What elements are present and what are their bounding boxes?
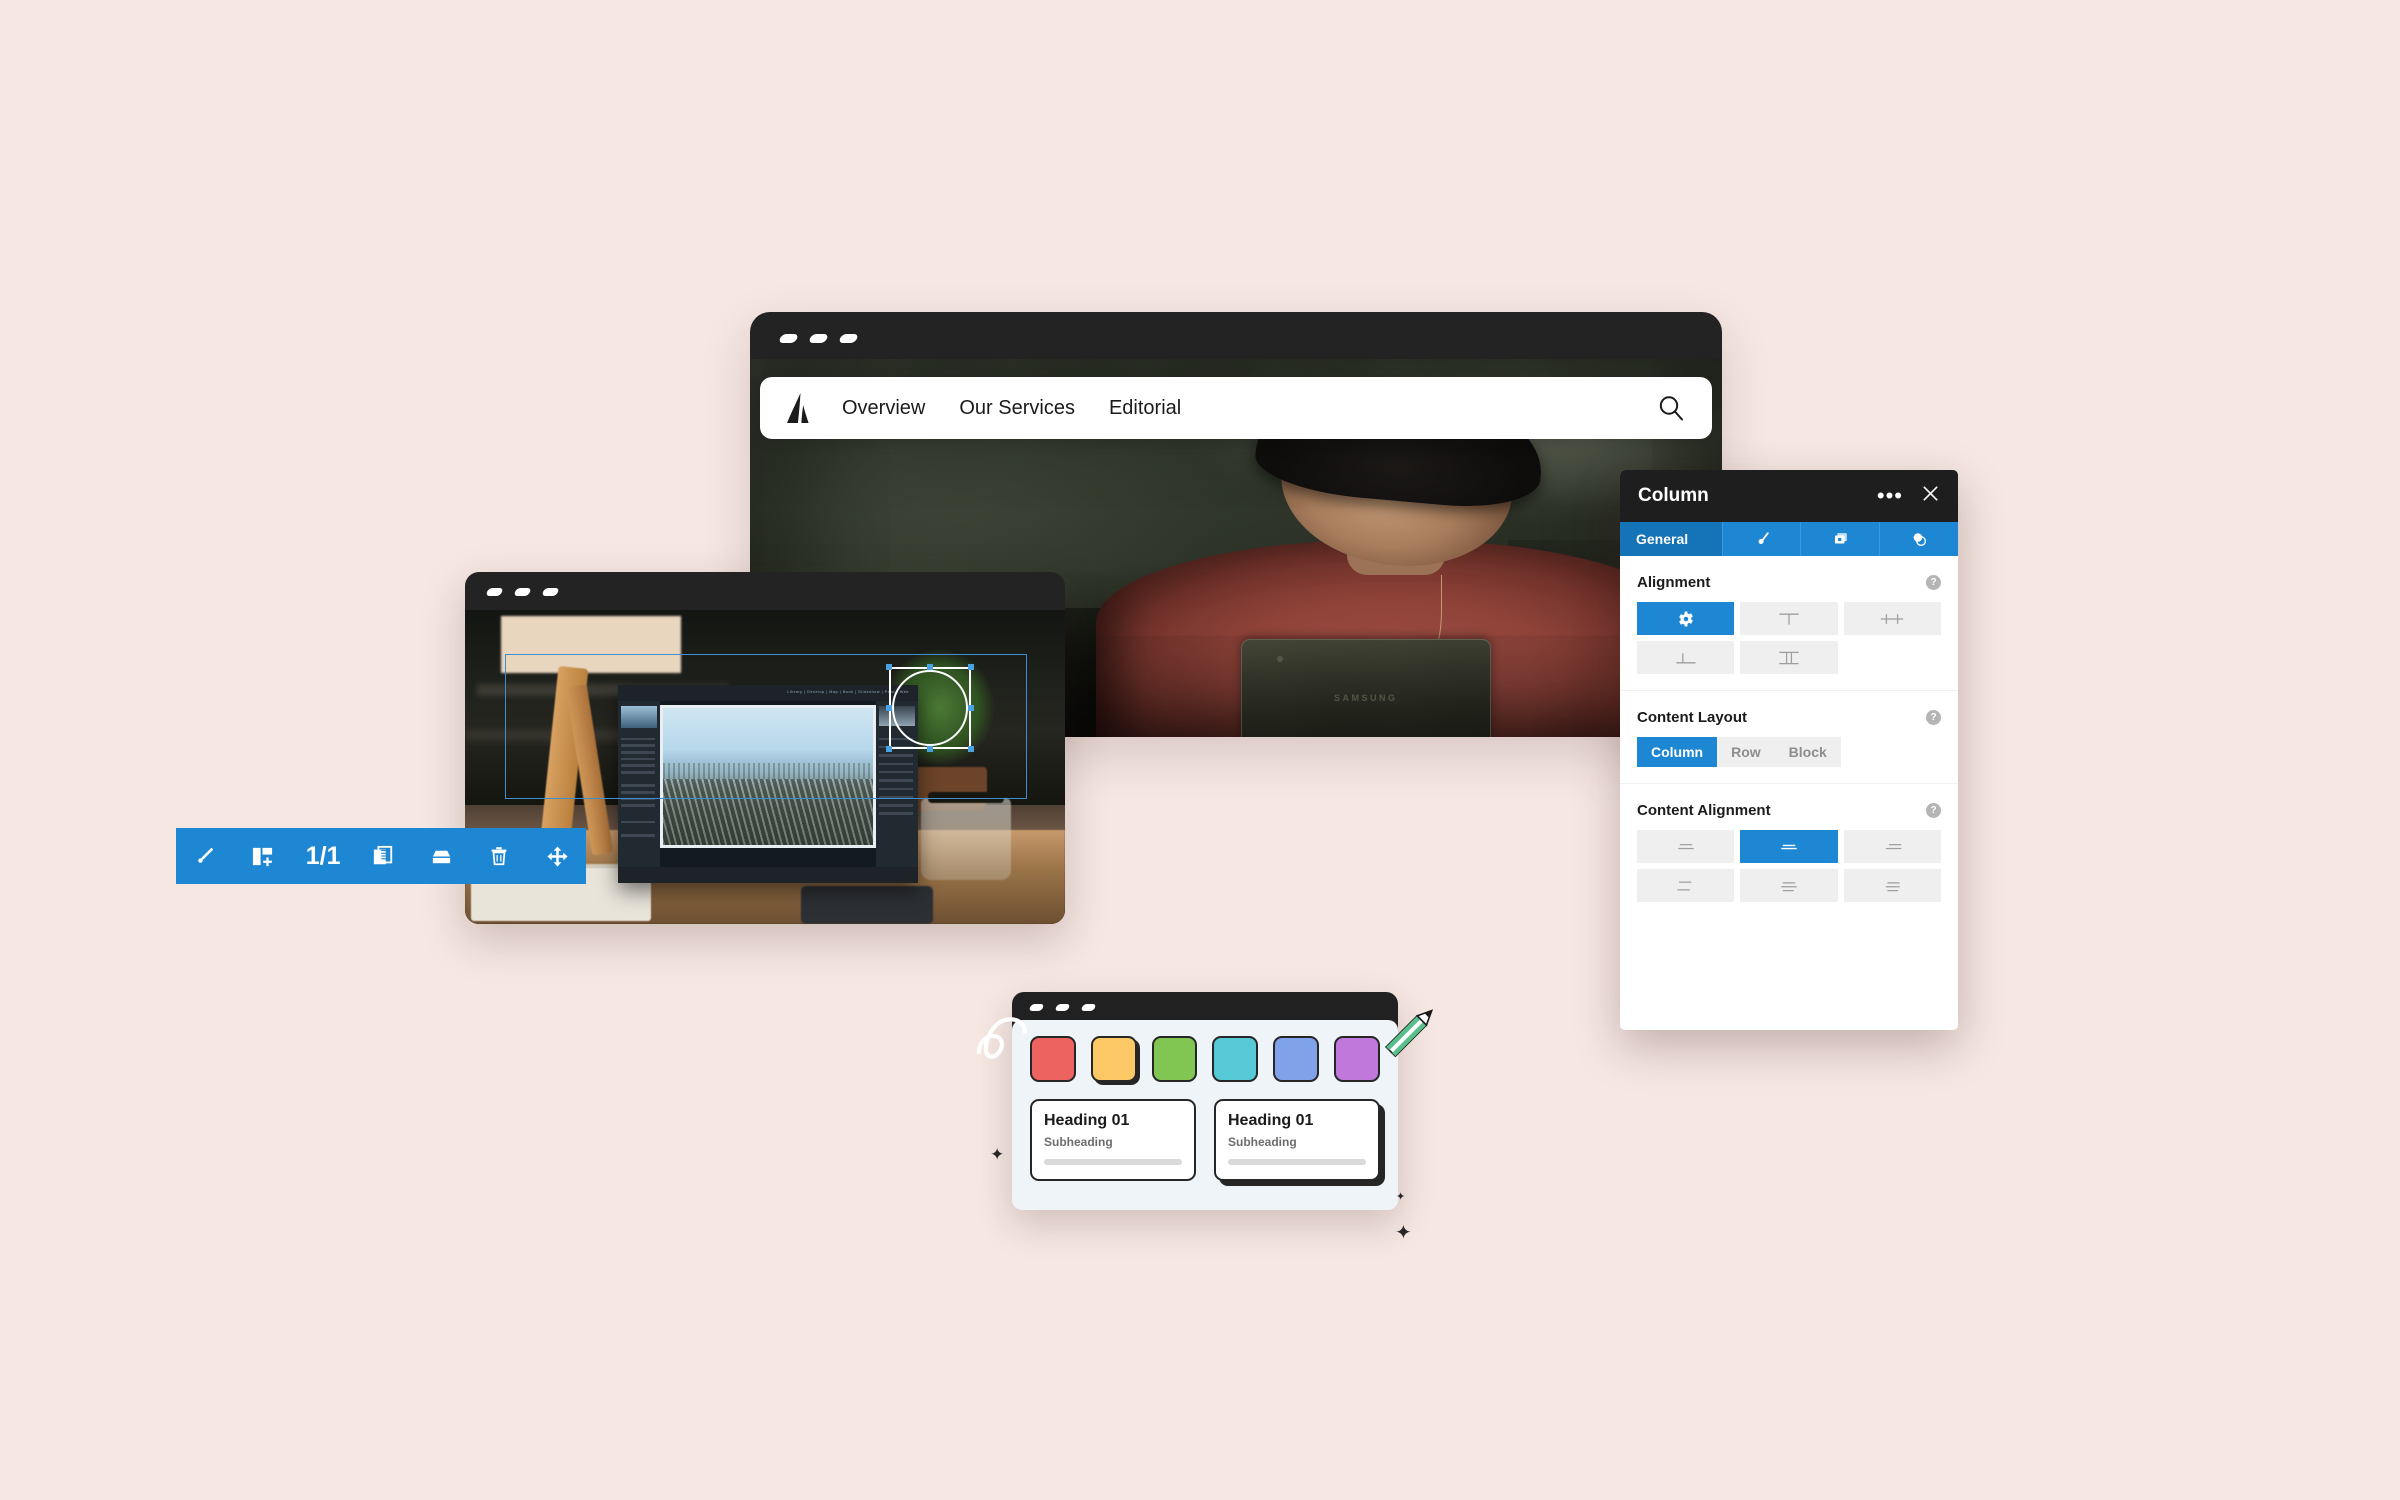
editor-window-dot-2[interactable] (513, 588, 532, 596)
pencil-icon (1378, 995, 1448, 1065)
move-icon[interactable] (542, 841, 572, 871)
sparkle-icon: ✦ (1396, 1191, 1406, 1203)
sparkle-icon: ✦ (1395, 1222, 1412, 1244)
align-stretch-vertical-icon[interactable] (1740, 641, 1838, 674)
align-bottom-icon[interactable] (1637, 641, 1735, 674)
circle-crop-handle-icon[interactable] (886, 664, 974, 752)
effects-tab-icon[interactable] (1880, 522, 1958, 556)
panel-title: Column (1638, 485, 1709, 506)
content-alignment-label: Content Alignment (1637, 802, 1771, 819)
trash-icon[interactable] (484, 841, 514, 871)
style-palette-card: Heading 01 Subheading Heading 01 Subhead… (1012, 992, 1398, 1210)
color-swatch-4[interactable] (1212, 1036, 1259, 1082)
color-swatch-6[interactable] (1334, 1036, 1380, 1082)
layers-tab-icon[interactable] (1801, 522, 1881, 556)
content-align-bottom-center-icon[interactable] (1740, 869, 1838, 902)
more-horizontal-icon[interactable]: ••• (1877, 485, 1903, 507)
alignment-options (1637, 602, 1941, 674)
nav-link-our-services[interactable]: Our Services (959, 397, 1075, 420)
atlassian-a-logo-icon (786, 392, 816, 425)
nav-link-overview[interactable]: Overview (842, 397, 925, 420)
window-dot-2[interactable] (808, 334, 829, 343)
close-icon[interactable] (1921, 484, 1940, 508)
window-dot-1[interactable] (778, 334, 799, 343)
color-swatches (1030, 1036, 1380, 1082)
align-center-horizontal-icon[interactable] (1843, 602, 1941, 635)
content-layout-section: Content Layout ? Column Row Block (1620, 691, 1958, 784)
design-card-body: Heading 01 Subheading Heading 01 Subhead… (1012, 1020, 1398, 1210)
add-section-icon[interactable] (248, 841, 278, 871)
heading-cards: Heading 01 Subheading Heading 01 Subhead… (1030, 1099, 1380, 1181)
content-layout-segmented-control: Column Row Block (1637, 737, 1841, 767)
content-align-middle-center-icon[interactable] (1740, 830, 1838, 863)
column-properties-panel: Column ••• General Alignment ? Content L… (1620, 470, 1958, 1030)
color-swatch-2[interactable] (1090, 1036, 1137, 1082)
content-align-split-left-icon[interactable] (1637, 869, 1735, 902)
alignment-section: Alignment ? (1620, 556, 1958, 691)
alignment-empty-cell (1844, 641, 1941, 674)
gear-icon[interactable] (1637, 602, 1735, 635)
help-icon[interactable]: ? (1926, 803, 1941, 818)
tab-general[interactable]: General (1620, 522, 1723, 556)
content-align-top-right-icon[interactable] (1843, 830, 1941, 863)
heading-card-2[interactable]: Heading 01 Subheading (1214, 1099, 1380, 1181)
help-icon[interactable]: ? (1926, 575, 1941, 590)
archive-icon[interactable] (426, 841, 456, 871)
brush-tab-icon[interactable] (1723, 522, 1802, 556)
heading-card-2-title: Heading 01 (1228, 1112, 1314, 1129)
window-dot-3[interactable] (838, 334, 859, 343)
design-card-dot-2[interactable] (1054, 1004, 1071, 1011)
content-align-top-left-icon[interactable] (1637, 830, 1735, 863)
color-swatch-3[interactable] (1151, 1036, 1198, 1082)
squiggle-loop-icon (975, 1010, 1045, 1070)
editor-window-dots (485, 588, 560, 596)
content-layout-option-row[interactable]: Row (1717, 737, 1775, 767)
align-top-icon[interactable] (1740, 602, 1838, 635)
panel-tabs: General (1620, 522, 1958, 556)
page-counter: 1/1 (305, 841, 341, 870)
panel-title-bar: Column ••• (1620, 470, 1958, 522)
content-alignment-options (1637, 830, 1941, 902)
editor-window-dot-3[interactable] (541, 588, 560, 596)
duplicate-icon[interactable] (368, 841, 398, 871)
editor-toolbar: 1/1 (176, 828, 586, 884)
content-layout-option-column[interactable]: Column (1637, 737, 1718, 767)
alignment-label: Alignment (1637, 574, 1711, 591)
window-dots (778, 334, 859, 343)
editor-window-dot-1[interactable] (485, 588, 504, 596)
color-swatch-5[interactable] (1273, 1036, 1320, 1082)
heading-card-1[interactable]: Heading 01 Subheading (1030, 1099, 1196, 1181)
nav-links: Overview Our Services Editorial (842, 397, 1181, 420)
heading-card-1-subtitle: Subheading (1044, 1135, 1113, 1149)
heading-card-1-title: Heading 01 (1044, 1112, 1130, 1129)
content-layout-label: Content Layout (1637, 709, 1747, 726)
canvas: SAMSUNG Overview Our Services Editorial (0, 0, 2400, 1500)
content-alignment-section: Content Alignment ? (1620, 784, 1958, 918)
site-navigation-bar: Overview Our Services Editorial (760, 377, 1712, 439)
help-icon[interactable]: ? (1926, 710, 1941, 725)
content-align-bottom-right-icon[interactable] (1843, 869, 1941, 902)
search-icon[interactable] (1656, 393, 1686, 423)
heading-card-2-subtitle: Subheading (1228, 1135, 1297, 1149)
content-layout-option-block[interactable]: Block (1774, 737, 1841, 767)
nav-link-editorial[interactable]: Editorial (1109, 397, 1181, 420)
brush-icon[interactable] (190, 841, 220, 871)
sparkle-icon: ✦ (990, 1145, 1005, 1164)
heading-card-2-placeholder-bar (1228, 1159, 1366, 1165)
design-card-dot-3[interactable] (1080, 1004, 1097, 1011)
heading-card-1-placeholder-bar (1044, 1159, 1182, 1165)
